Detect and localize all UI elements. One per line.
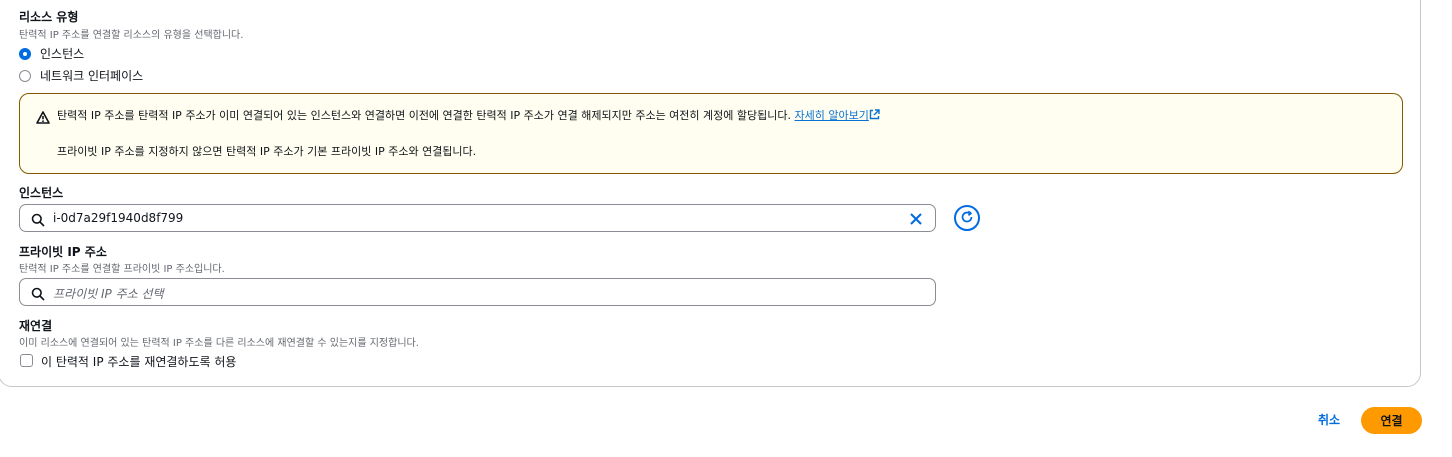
private-ip-label: 프라이빗 IP 주소 xyxy=(19,245,107,259)
radio-network-interface[interactable]: 네트워크 인터페이스 xyxy=(19,67,143,84)
instance-search-field[interactable]: i-0d7a29f1940d8f799 xyxy=(19,204,936,232)
resource-type-description: 탄력적 IP 주소를 연결할 리소스의 유형을 선택합니다. xyxy=(19,30,244,41)
refresh-button[interactable] xyxy=(954,205,980,231)
private-ip-description: 탄력적 IP 주소를 연결할 프라이빗 IP 주소입니다. xyxy=(19,264,225,275)
learn-more-label: 자세히 알아보기 xyxy=(794,109,869,122)
reassociation-description: 이미 리소스에 연결되어 있는 탄력적 IP 주소를 다른 리소스에 재연결할 … xyxy=(19,338,419,349)
radio-selected-indicator[interactable] xyxy=(19,47,31,60)
radio-instance[interactable]: 인스턴스 xyxy=(19,45,84,62)
cancel-button[interactable]: 취소 xyxy=(1318,411,1340,428)
external-link-icon xyxy=(869,109,880,122)
allow-reassociation-checkbox[interactable] xyxy=(20,354,33,367)
form-panel xyxy=(0,0,1421,387)
search-icon xyxy=(31,286,45,305)
alert-message: 탄력적 IP 주소를 탄력적 IP 주소가 이미 연결되어 있는 인스턴스와 연… xyxy=(57,109,791,122)
radio-network-interface-label: 네트워크 인터페이스 xyxy=(40,69,144,83)
warning-icon xyxy=(36,109,50,128)
instance-value[interactable]: i-0d7a29f1940d8f799 xyxy=(53,211,183,225)
refresh-icon xyxy=(960,209,974,228)
alert-line-1: 탄력적 IP 주소를 탄력적 IP 주소가 이미 연결되어 있는 인스턴스와 연… xyxy=(57,107,880,123)
learn-more-link[interactable]: 자세히 알아보기 xyxy=(795,109,880,122)
radio-instance-label: 인스턴스 xyxy=(40,47,85,61)
reassociation-label: 재연결 xyxy=(19,319,53,333)
resource-type-label: 리소스 유형 xyxy=(19,10,79,24)
alert-line-2: 프라이빗 IP 주소를 지정하지 않으면 탄력적 IP 주소가 기본 프라이빗 … xyxy=(57,145,477,158)
private-ip-placeholder: 프라이빗 IP 주소 선택 xyxy=(53,287,164,301)
radio-unselected-indicator[interactable] xyxy=(19,69,31,82)
private-ip-select[interactable]: 프라이빗 IP 주소 선택 xyxy=(19,278,936,306)
warning-alert: 탄력적 IP 주소를 탄력적 IP 주소가 이미 연결되어 있는 인스턴스와 연… xyxy=(19,93,1403,174)
clear-icon[interactable] xyxy=(909,211,923,230)
instance-label: 인스턴스 xyxy=(19,186,64,200)
allow-reassociation-label[interactable]: 이 탄력적 IP 주소를 재연결하도록 허용 xyxy=(41,353,236,370)
connect-button[interactable]: 연결 xyxy=(1361,407,1422,434)
search-icon xyxy=(31,212,45,231)
